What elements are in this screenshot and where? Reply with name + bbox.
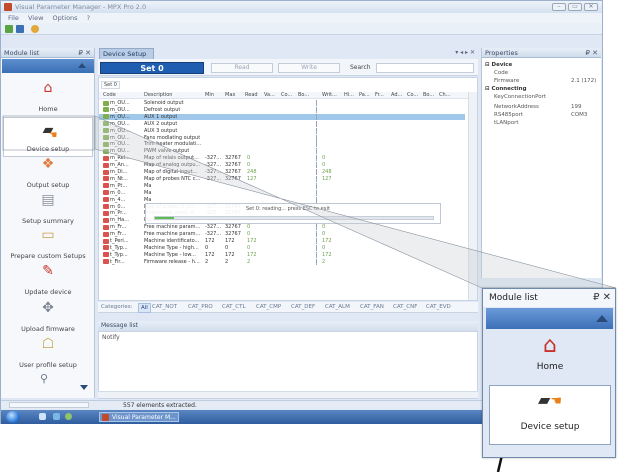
zoom-home-icon: ⌂ (543, 333, 557, 358)
zoom-scroll-up-icon[interactable] (596, 315, 608, 322)
zoom-module-home[interactable]: ⌂ Home (487, 334, 613, 379)
zoom-beam (94, 115, 617, 289)
zoom-module-list-title: Module list (489, 293, 538, 303)
zoom-device-setup-label: Device setup (520, 422, 580, 432)
zoom-module-device-setup[interactable]: ▰☚ Device setup (489, 385, 611, 445)
zoom-pin-close-icon[interactable]: ₽ ✕ (593, 289, 611, 307)
zoom-scroll-up-bar[interactable] (486, 308, 613, 329)
zoom-device-setup-icon: ▰☚ (538, 390, 562, 409)
zoom-callout: Module list ₽ ✕ ⌂ Home ▰☚ Device setup (482, 288, 616, 458)
zoom-module-list-header: Module list ₽ ✕ (483, 289, 615, 307)
zoom-home-label: Home (536, 362, 564, 372)
zoom-source-outline (2, 115, 95, 151)
